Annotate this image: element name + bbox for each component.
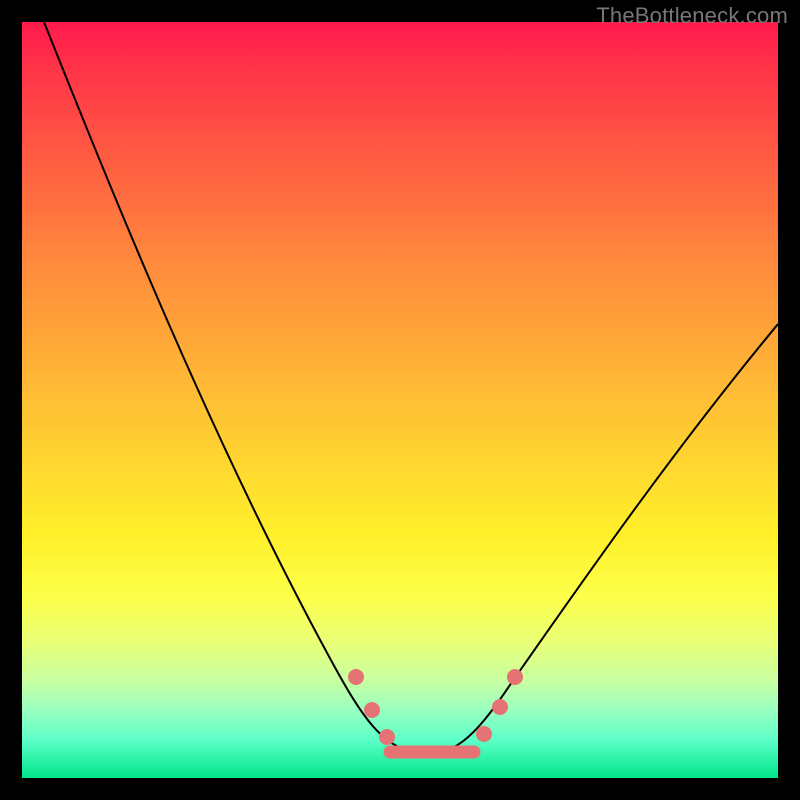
chart-frame: [22, 22, 778, 778]
bottleneck-curve: [44, 22, 778, 754]
curve-marker-dot: [364, 702, 380, 718]
curve-marker-dot: [492, 699, 508, 715]
curve-marker-dot: [379, 729, 395, 745]
watermark-text: TheBottleneck.com: [596, 3, 788, 29]
curve-marker-dot: [476, 726, 492, 742]
curve-marker-dot: [348, 669, 364, 685]
curve-marker-dot: [507, 669, 523, 685]
bottleneck-curve-plot: [22, 22, 778, 778]
